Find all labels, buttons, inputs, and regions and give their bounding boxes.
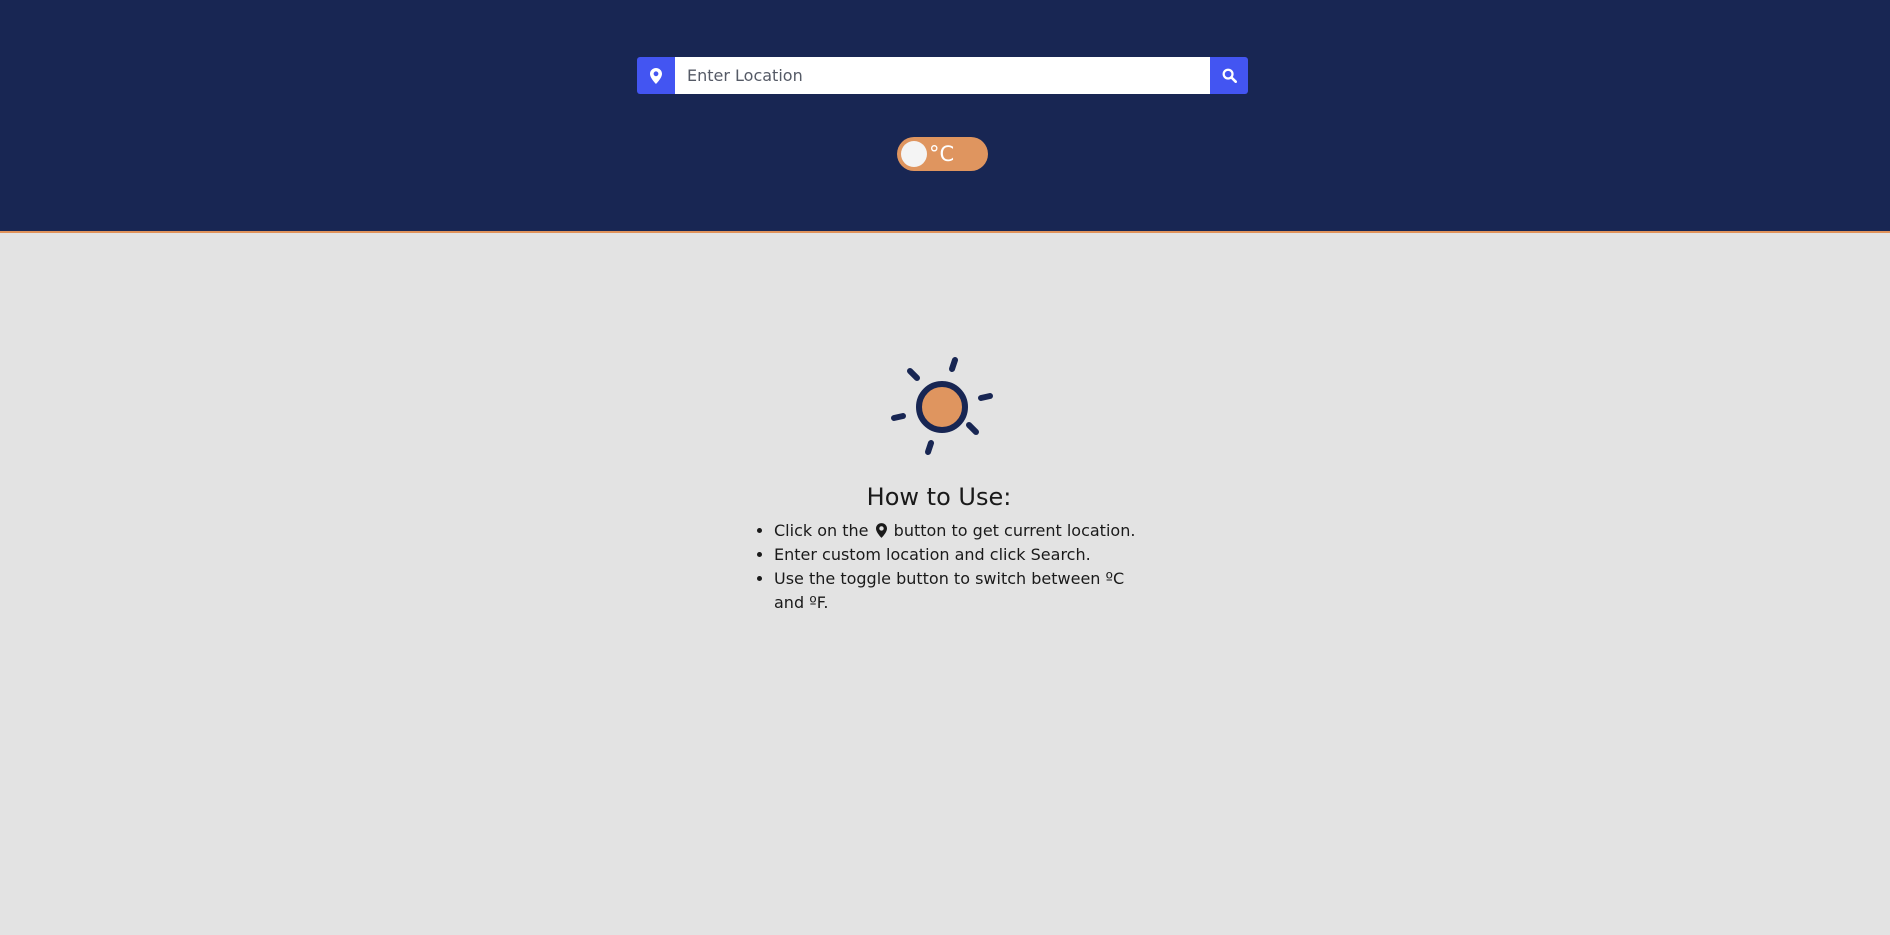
- sun-icon: [891, 357, 993, 455]
- toggle-knob: [901, 141, 927, 167]
- list-item: Use the toggle button to switch between …: [774, 567, 1142, 615]
- how-to-use-section: How to Use: Click on the button to get c…: [742, 482, 1142, 615]
- search-bar: [637, 57, 1248, 94]
- map-marker-icon: [875, 523, 887, 538]
- instruction-text: Click on the: [774, 521, 869, 540]
- unit-toggle-label: °C: [929, 142, 955, 166]
- how-to-use-title: How to Use:: [866, 483, 1012, 511]
- search-button[interactable]: [1210, 57, 1248, 94]
- search-icon: [1222, 68, 1237, 83]
- current-location-button[interactable]: [637, 57, 675, 94]
- unit-toggle[interactable]: °C: [897, 137, 988, 171]
- map-marker-icon: [650, 67, 662, 84]
- location-search-input[interactable]: [675, 57, 1210, 94]
- instruction-text: button to get current location.: [893, 521, 1136, 540]
- header-bar: °C: [0, 0, 1890, 233]
- list-item: Enter custom location and click Search.: [774, 543, 1142, 567]
- list-item: Click on the button to get current locat…: [774, 519, 1142, 543]
- sun-illustration: [890, 355, 996, 461]
- instructions-list: Click on the button to get current locat…: [742, 519, 1142, 615]
